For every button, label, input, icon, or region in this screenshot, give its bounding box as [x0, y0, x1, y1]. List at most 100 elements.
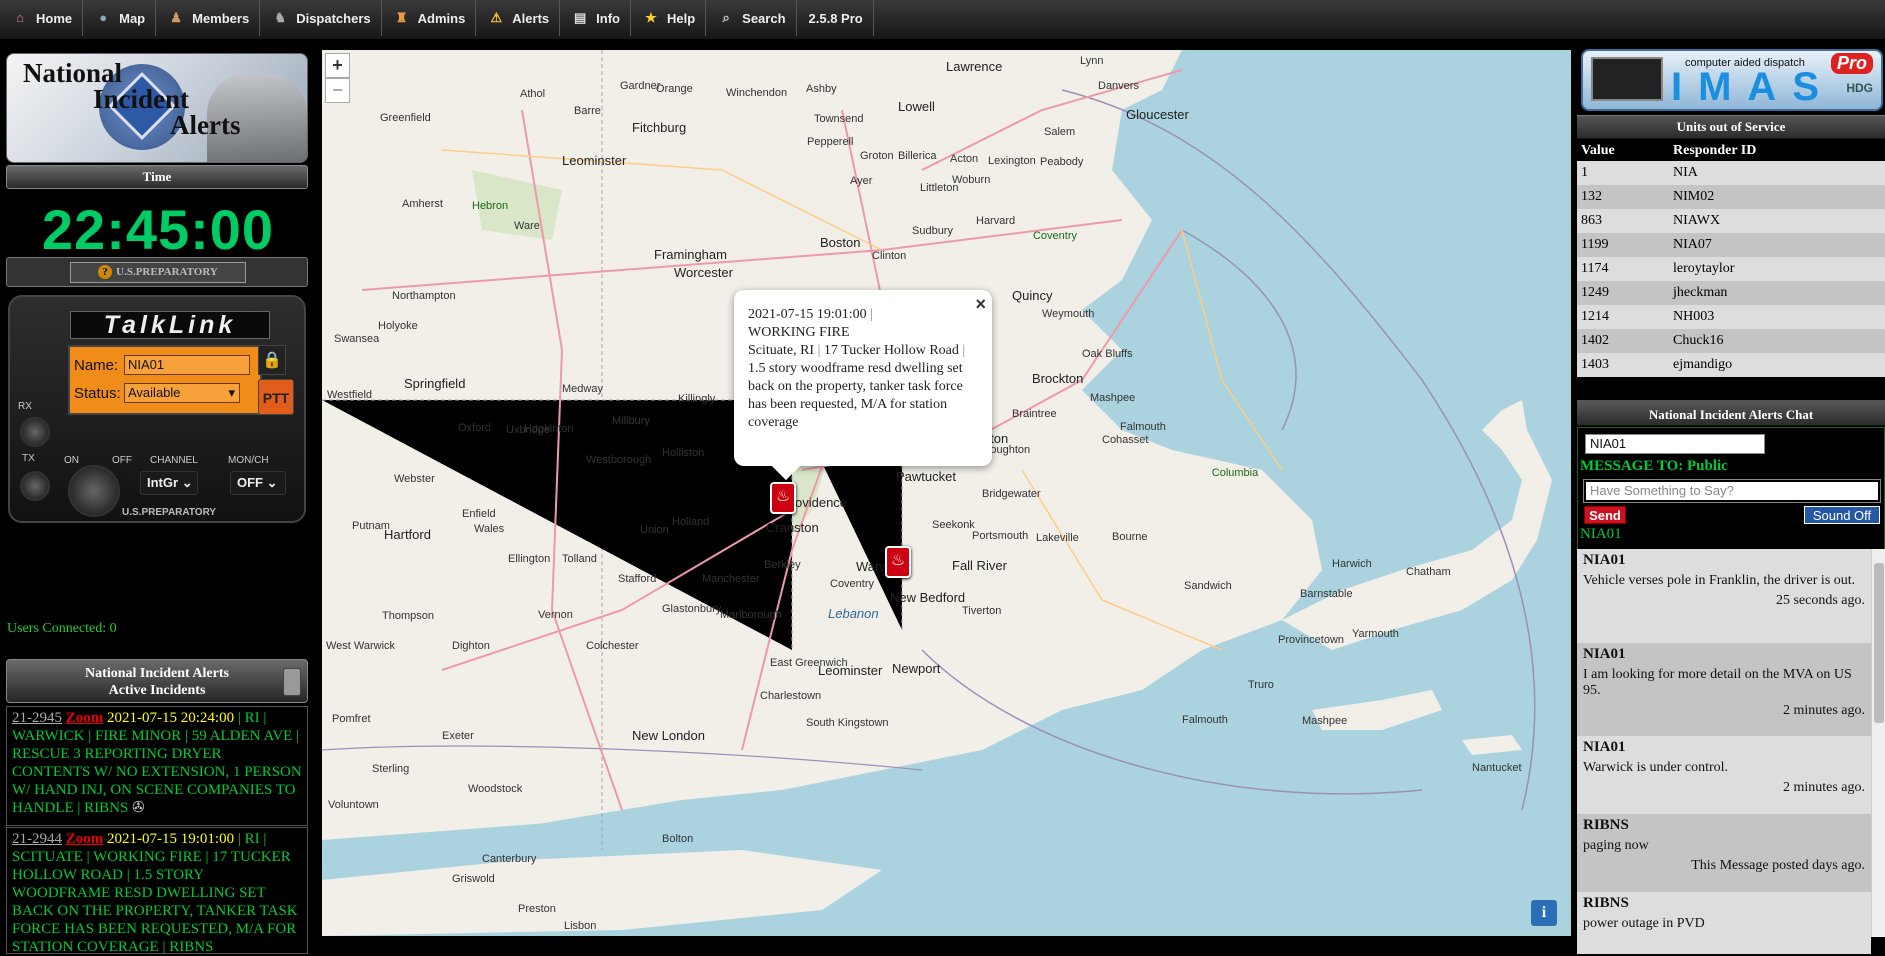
- map-label: Bridgewater: [982, 488, 1041, 500]
- nav-dispatchers[interactable]: ♞ Dispatchers: [260, 0, 382, 36]
- pager-icon[interactable]: ✇: [132, 800, 145, 816]
- map-label: Winchendon: [726, 87, 788, 99]
- map-label: Union: [640, 524, 669, 536]
- incident-number[interactable]: 21-2944: [12, 831, 62, 847]
- name-field[interactable]: NIA01: [124, 355, 250, 375]
- chat-messages[interactable]: NIA01 Vehicle verses pole in Franklin, t…: [1577, 549, 1885, 954]
- map-label: Lawrence: [946, 59, 1003, 74]
- sound-off-button[interactable]: Sound Off: [1804, 506, 1880, 524]
- nav-home[interactable]: ⌂ Home: [0, 0, 84, 36]
- rx-knob[interactable]: [20, 417, 50, 447]
- status-label: Status:: [74, 385, 121, 402]
- ptt-button[interactable]: PTT: [258, 379, 294, 415]
- map-label: Vernon: [538, 609, 573, 621]
- channel-select[interactable]: IntGr ⌄: [140, 471, 198, 495]
- status-select[interactable]: Available ▾: [124, 383, 240, 403]
- incident-map[interactable]: + − Boston Providence Worcester Springfi…: [322, 50, 1571, 936]
- unit-id: NIA: [1669, 161, 1885, 185]
- map-label: Quincy: [1012, 288, 1053, 303]
- map-label: Columbia: [1211, 467, 1259, 479]
- popup-sep: |: [958, 343, 966, 358]
- zoom-in-button[interactable]: +: [325, 53, 350, 78]
- map-label: West Warwick: [326, 640, 396, 652]
- info-button[interactable]: i: [1531, 900, 1557, 926]
- unit-id: NIAWX: [1669, 209, 1885, 233]
- incident-date: 2021-07-15 19:01:00: [107, 831, 235, 847]
- chat-scrollbar[interactable]: [1871, 549, 1885, 937]
- help-icon: ?: [98, 265, 113, 279]
- chat-message-user: NIA01: [1583, 552, 1626, 568]
- tx-knob[interactable]: [20, 471, 50, 501]
- nav-map[interactable]: ● Map: [83, 0, 157, 36]
- map-label: Swansea: [334, 333, 380, 345]
- map-label: Provincetown: [1278, 634, 1345, 646]
- incidents-header-line2: Active Incidents: [108, 683, 206, 698]
- map-label: Westborough: [586, 454, 652, 466]
- nav-search[interactable]: ⌕ Search: [706, 0, 797, 36]
- nav-alerts-label: Alerts: [512, 10, 550, 26]
- message-input[interactable]: Have Something to Say?: [1583, 479, 1881, 503]
- nav-admins[interactable]: ♜ Admins: [382, 0, 477, 36]
- zoom-out-button[interactable]: −: [325, 78, 350, 103]
- chat-message: NIA01 Vehicle verses pole in Franklin, t…: [1577, 549, 1871, 643]
- monch-select[interactable]: OFF ⌄: [230, 471, 286, 495]
- map-label: Coventry: [1032, 230, 1078, 242]
- map-label: Peabody: [1040, 156, 1084, 168]
- nav-info[interactable]: ▤ Info: [560, 0, 631, 36]
- map-label: Putnam: [352, 520, 390, 532]
- map-label: Brockton: [1032, 371, 1084, 386]
- chat-name-input[interactable]: NIA01: [1585, 434, 1765, 454]
- popup-sep: |: [866, 307, 873, 322]
- nav-help[interactable]: ★ Help: [631, 0, 707, 36]
- nav-alerts[interactable]: ⚠ Alerts: [476, 0, 561, 36]
- fire-marker-icon[interactable]: ♨: [770, 482, 796, 514]
- units-col-id: Responder ID: [1669, 140, 1885, 161]
- zoom-link[interactable]: Zoom: [66, 831, 104, 847]
- globe-icon: ●: [99, 10, 108, 25]
- scrollbar-thumb[interactable]: [1874, 563, 1884, 723]
- unit-id: Chuck16: [1669, 329, 1885, 353]
- map-label: Lowell: [898, 99, 935, 114]
- lock-icon[interactable]: 🔒: [258, 345, 286, 375]
- map-label: Danvers: [1098, 80, 1139, 92]
- channel-value: IntGr: [147, 475, 179, 490]
- unit-value: 132: [1577, 185, 1669, 209]
- table-row: 1249 jheckman: [1577, 281, 1885, 305]
- map-label: Tiverton: [962, 605, 1002, 617]
- map-label: Woodstock: [468, 783, 523, 795]
- nav-version[interactable]: 2.5.8 Pro: [797, 0, 874, 36]
- power-volume-knob[interactable]: [68, 465, 120, 517]
- incident-number[interactable]: 21-2945: [12, 710, 62, 726]
- zoom-link[interactable]: Zoom: [66, 710, 104, 726]
- right-panel: computer aided dispatch IMAS Pro HDG Uni…: [1577, 47, 1885, 954]
- prep-link[interactable]: ? U.S.PREPARATORY: [70, 262, 246, 283]
- chevron-down-icon: ⌄: [266, 475, 278, 490]
- unit-id: NH003: [1669, 305, 1885, 329]
- unit-value: 1402: [1577, 329, 1669, 353]
- fire-marker-icon[interactable]: ♨: [885, 546, 911, 578]
- search-icon: ⌕: [722, 10, 730, 25]
- map-label: Lebanon: [828, 606, 879, 621]
- send-button[interactable]: Send: [1584, 506, 1626, 524]
- map-label: Woburn: [952, 174, 991, 186]
- map-label: Voluntown: [328, 799, 379, 811]
- close-icon[interactable]: ×: [975, 294, 986, 315]
- table-row: 1 NIA: [1577, 161, 1885, 185]
- table-row: 1214 NH003: [1577, 305, 1885, 329]
- nav-version-label: 2.5.8 Pro: [808, 10, 863, 26]
- radio-icon[interactable]: [283, 668, 301, 696]
- popup-sep: |: [814, 343, 824, 358]
- map-label: Pomfret: [332, 713, 371, 725]
- top-nav-bar: ⌂ Home ● Map ♟ Members ♞ Dispatchers ♜ Admins…: [0, 0, 1885, 40]
- chat-message: NIA01 I am looking for more detail on th…: [1577, 643, 1871, 736]
- incident-popup: × 2021-07-15 19:01:00 | WORKING FIRE Sci…: [734, 290, 992, 481]
- popup-date: 2021-07-15 19:01:00: [748, 307, 867, 322]
- map-label: Bourne: [1112, 531, 1148, 543]
- map-label: Bolton: [662, 833, 694, 845]
- nav-members[interactable]: ♟ Members: [156, 0, 261, 36]
- map-label: Billerica: [898, 150, 937, 162]
- map-label: Oak Bluffs: [1082, 348, 1133, 360]
- map-label: Harwich: [1332, 558, 1372, 570]
- map-label: Uxbridge: [506, 424, 551, 436]
- chevron-down-icon: ⌄: [181, 475, 193, 490]
